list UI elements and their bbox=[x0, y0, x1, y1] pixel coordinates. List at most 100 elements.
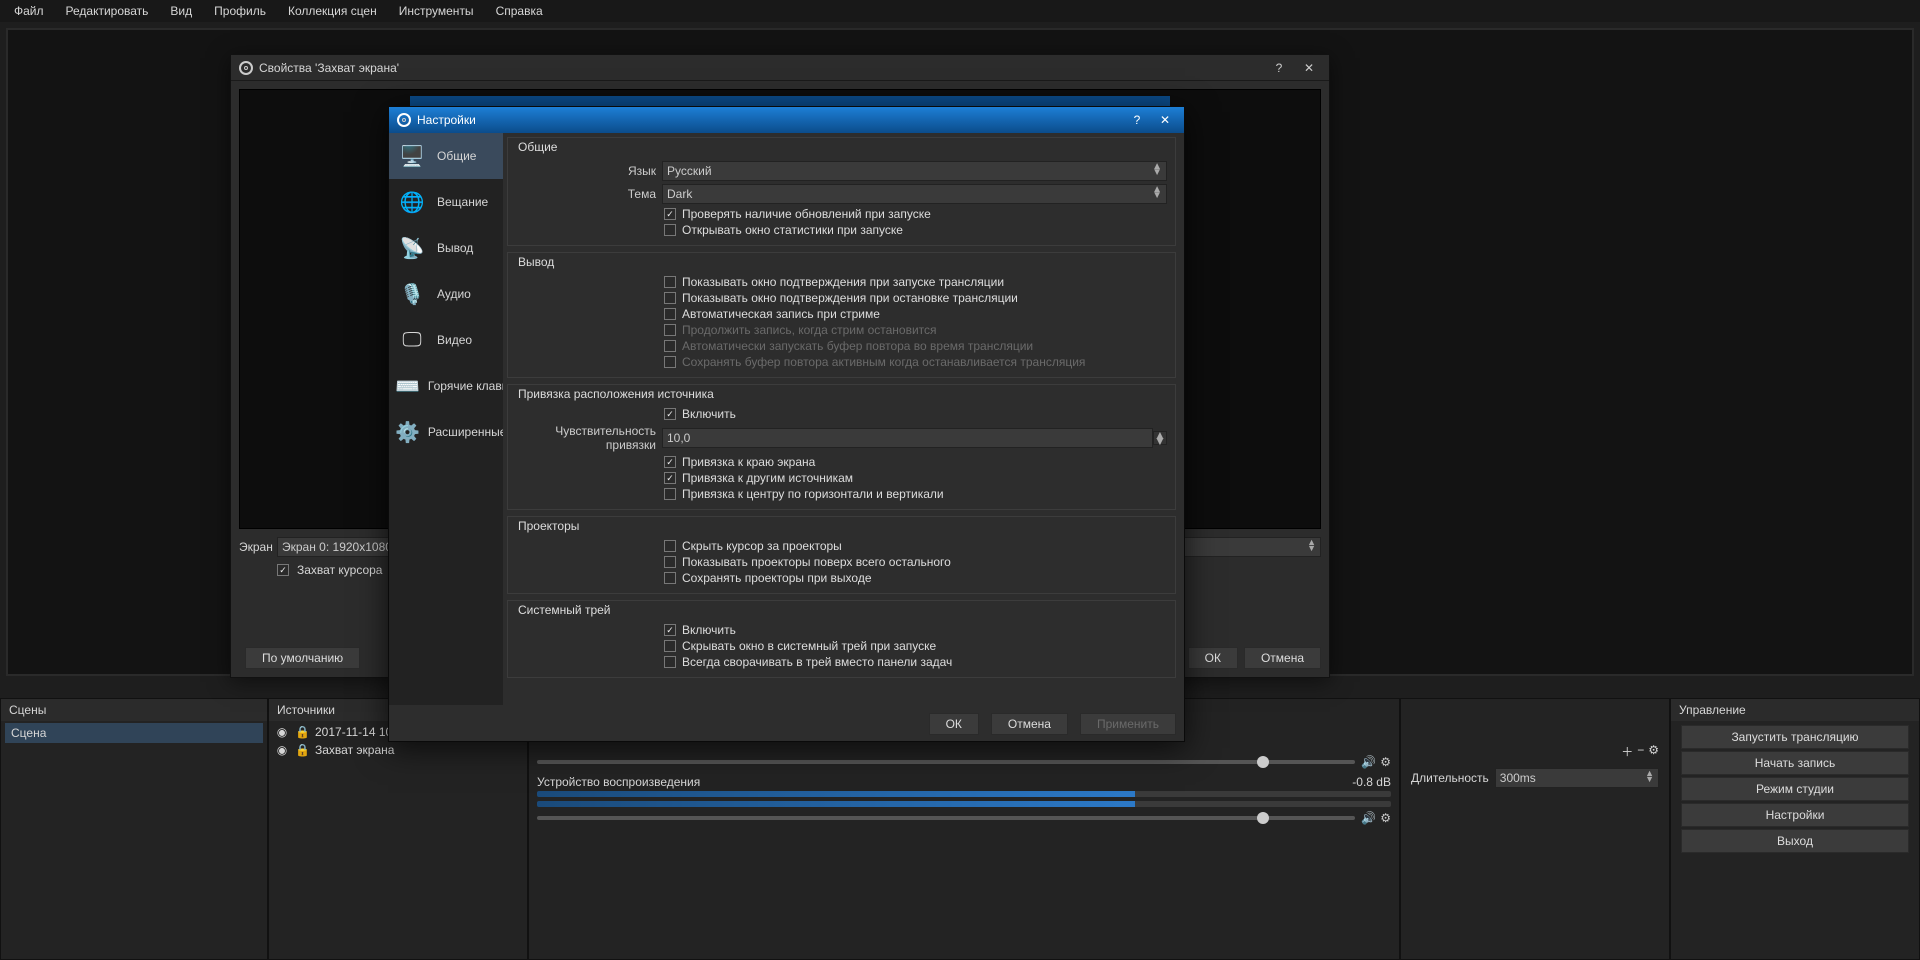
settings-content[interactable]: Общие Язык Русский▲▼ Тема bbox=[503, 133, 1184, 705]
close-icon[interactable]: ✕ bbox=[1297, 61, 1321, 75]
plus-icon[interactable]: ＋ bbox=[1621, 743, 1633, 760]
close-icon[interactable]: ✕ bbox=[1154, 113, 1176, 127]
start-stream-button[interactable]: Запустить трансляцию bbox=[1681, 725, 1909, 749]
confirm-stop-checkbox[interactable] bbox=[664, 292, 676, 304]
mute-icon[interactable]: 🔊 bbox=[1361, 755, 1376, 769]
capture-cursor-checkbox[interactable] bbox=[277, 564, 289, 576]
lock-icon[interactable]: 🔒 bbox=[295, 725, 309, 739]
menu-view[interactable]: Вид bbox=[160, 2, 202, 20]
nav-item-audio[interactable]: 🎙️ Аудио bbox=[389, 271, 503, 317]
minus-icon[interactable]: − bbox=[1637, 743, 1644, 760]
menu-help[interactable]: Справка bbox=[486, 2, 553, 20]
settings-button[interactable]: Настройки bbox=[1681, 803, 1909, 827]
menu-file[interactable]: Файл bbox=[4, 2, 54, 20]
nav-label: Аудио bbox=[437, 287, 471, 301]
nav-label: Горячие клави bbox=[428, 379, 503, 393]
mic-icon: 🎙️ bbox=[395, 279, 429, 309]
check-updates-checkbox[interactable] bbox=[664, 208, 676, 220]
auto-replay-checkbox bbox=[664, 340, 676, 352]
checkbox-label: Автоматически запускать буфер повтора во… bbox=[682, 339, 1033, 353]
screen-label: Экран bbox=[239, 540, 269, 554]
nav-item-advanced[interactable]: ⚙️ Расширенные bbox=[389, 409, 503, 455]
eye-icon[interactable]: ◉ bbox=[275, 725, 289, 739]
nav-item-hotkeys[interactable]: ⌨️ Горячие клави bbox=[389, 363, 503, 409]
mixer-track: Устройство воспроизведения -0.8 dB 🔊 ⚙ bbox=[537, 775, 1391, 825]
auto-record-checkbox[interactable] bbox=[664, 308, 676, 320]
tray-hide-start-checkbox[interactable] bbox=[664, 640, 676, 652]
antenna-icon: 📡 bbox=[395, 233, 429, 263]
theme-label: Тема bbox=[516, 187, 656, 201]
snap-other-checkbox[interactable] bbox=[664, 472, 676, 484]
controls-panel: Управление Запустить трансляцию Начать з… bbox=[1670, 698, 1920, 960]
checkbox-label: Скрыть курсор за проекторы bbox=[682, 539, 842, 553]
nav-item-video[interactable]: 🖵 Видео bbox=[389, 317, 503, 363]
checkbox-label: Включить bbox=[682, 407, 736, 421]
gear-icon[interactable]: ⚙ bbox=[1648, 743, 1659, 760]
settings-ok-button[interactable]: ОК bbox=[929, 713, 979, 735]
capture-cursor-label: Захват курсора bbox=[297, 563, 382, 577]
menu-scene-collection[interactable]: Коллекция сцен bbox=[278, 2, 387, 20]
globe-icon: 🌐 bbox=[395, 187, 429, 217]
defaults-button[interactable]: По умолчанию bbox=[245, 647, 360, 669]
volume-slider[interactable] bbox=[537, 760, 1355, 764]
tray-enable-checkbox[interactable] bbox=[664, 624, 676, 636]
nav-label: Общие bbox=[437, 149, 476, 163]
open-stats-label: Открывать окно статистики при запуске bbox=[682, 223, 903, 237]
mixer-track-label: Устройство воспроизведения bbox=[537, 775, 700, 789]
gear-icon[interactable]: ⚙ bbox=[1380, 755, 1391, 769]
cancel-button[interactable]: Отмена bbox=[1244, 647, 1321, 669]
menu-edit[interactable]: Редактировать bbox=[56, 2, 159, 20]
start-record-button[interactable]: Начать запись bbox=[1681, 751, 1909, 775]
open-stats-checkbox[interactable] bbox=[664, 224, 676, 236]
help-icon[interactable]: ? bbox=[1267, 61, 1291, 75]
checkbox-label: Скрывать окно в системный трей при запус… bbox=[682, 639, 936, 653]
checkbox-label: Привязка к другим источникам bbox=[682, 471, 853, 485]
settings-cancel-button[interactable]: Отмена bbox=[991, 713, 1068, 735]
eye-icon[interactable]: ◉ bbox=[275, 743, 289, 757]
lang-label: Язык bbox=[516, 164, 656, 178]
lock-icon[interactable]: 🔒 bbox=[295, 743, 309, 757]
nav-item-stream[interactable]: 🌐 Вещание bbox=[389, 179, 503, 225]
volume-slider[interactable] bbox=[537, 816, 1355, 820]
source-row[interactable]: ◉ 🔒 Захват экрана bbox=[273, 741, 523, 759]
snap-enable-checkbox[interactable] bbox=[664, 408, 676, 420]
nav-item-output[interactable]: 📡 Вывод bbox=[389, 225, 503, 271]
menu-tools[interactable]: Инструменты bbox=[389, 2, 484, 20]
help-icon[interactable]: ? bbox=[1126, 113, 1148, 127]
source-label: Захват экрана bbox=[315, 743, 394, 757]
meter-left bbox=[537, 745, 1391, 751]
nav-item-general[interactable]: 🖥️ Общие bbox=[389, 133, 503, 179]
tray-always-min-checkbox[interactable] bbox=[664, 656, 676, 668]
snap-edge-checkbox[interactable] bbox=[664, 456, 676, 468]
ok-button[interactable]: ОК bbox=[1188, 647, 1238, 669]
lang-select[interactable]: Русский▲▼ bbox=[662, 161, 1167, 181]
group-title: Системный трей bbox=[514, 601, 1181, 619]
obs-logo-icon bbox=[397, 113, 411, 127]
mute-icon[interactable]: 🔊 bbox=[1361, 811, 1376, 825]
studio-mode-button[interactable]: Режим студии bbox=[1681, 777, 1909, 801]
checkbox-label: Сохранять буфер повтора активным когда о… bbox=[682, 355, 1085, 369]
checkbox-label: Привязка к центру по горизонтали и верти… bbox=[682, 487, 944, 501]
checkbox-label: Показывать окно подтверждения при остано… bbox=[682, 291, 1018, 305]
group-tray: Системный трей Включить Скрывать окно в … bbox=[507, 600, 1176, 678]
group-general: Общие Язык Русский▲▼ Тема bbox=[507, 137, 1176, 246]
theme-select[interactable]: Dark▲▼ bbox=[662, 184, 1167, 204]
proj-hide-cursor-checkbox[interactable] bbox=[664, 540, 676, 552]
snap-center-checkbox[interactable] bbox=[664, 488, 676, 500]
scenes-title: Сцены bbox=[1, 699, 267, 721]
spin-arrows[interactable]: ▲▼ bbox=[1153, 431, 1167, 445]
confirm-start-checkbox[interactable] bbox=[664, 276, 676, 288]
exit-button[interactable]: Выход bbox=[1681, 829, 1909, 853]
checkbox-label: Автоматическая запись при стриме bbox=[682, 307, 880, 321]
scene-item[interactable]: Сцена bbox=[5, 723, 263, 743]
proj-save-checkbox[interactable] bbox=[664, 572, 676, 584]
properties-title: Свойства 'Захват экрана' bbox=[259, 61, 399, 75]
menu-profile[interactable]: Профиль bbox=[204, 2, 276, 20]
mixer-track: 🔊 ⚙ bbox=[537, 745, 1391, 769]
gear-icon[interactable]: ⚙ bbox=[1380, 811, 1391, 825]
snap-sens-input[interactable] bbox=[662, 428, 1153, 448]
keyboard-icon: ⌨️ bbox=[395, 371, 420, 401]
proj-on-top-checkbox[interactable] bbox=[664, 556, 676, 568]
duration-input[interactable]: 300ms ▲▼ bbox=[1495, 768, 1659, 788]
menubar: Файл Редактировать Вид Профиль Коллекция… bbox=[0, 0, 1920, 22]
